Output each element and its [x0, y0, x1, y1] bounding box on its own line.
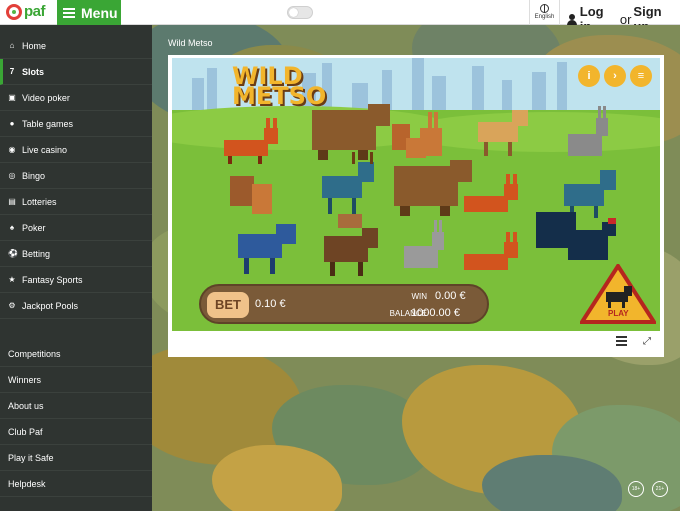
fullscreen-icon: ⤢ — [643, 336, 651, 347]
menu-button-label: Menu — [81, 4, 118, 21]
play-button[interactable]: PLAY — [578, 262, 658, 326]
hamburger-icon — [63, 7, 75, 18]
paf-logo-icon — [6, 3, 22, 20]
sidebar-item-fantasy-sports[interactable]: ★ Fantasy Sports — [0, 267, 152, 293]
game-title: Wild Metso — [168, 38, 213, 48]
sidebar-item-label: Slots — [22, 66, 45, 77]
sidebar-item-label: Fantasy Sports — [22, 274, 83, 285]
bet-button[interactable]: BET — [207, 292, 249, 318]
list-icon-bar — [616, 340, 627, 342]
sidebar-item-about-us[interactable]: About us — [0, 393, 152, 419]
slots-icon: 7 — [9, 66, 15, 76]
bet-value: 0.10 € — [255, 298, 286, 310]
sidebar-item-competitions[interactable]: Competitions — [0, 341, 152, 367]
globe-icon — [540, 4, 549, 13]
fullscreen-button[interactable]: ⤢ — [643, 336, 657, 348]
sidebar-item-home[interactable]: ⌂ Home — [0, 33, 152, 59]
sidebar-item-betting[interactable]: ⚽ Betting — [0, 241, 152, 267]
language-selector[interactable]: English — [529, 0, 560, 25]
bet-panel: BET 0.10 € WIN 0.00 € BALANCE 1000.00 € — [199, 284, 489, 324]
table-games-icon: ● — [9, 118, 15, 128]
poker-icon: ♠ — [9, 222, 15, 232]
home-icon: ⌂ — [9, 40, 15, 50]
game-canvas[interactable]: WILD METSO i › ≡ BET 0.10 € WIN 0.00 € B… — [172, 58, 660, 331]
language-label: English — [534, 14, 555, 20]
sidebar-item-label: Lotteries — [22, 196, 57, 207]
paf-logo-text: paf — [24, 3, 46, 20]
sidebar-item-label: Video poker — [22, 92, 70, 103]
game-list-button[interactable] — [616, 336, 630, 348]
sidebar-item-label: Bingo — [22, 170, 46, 181]
fantasy-sports-icon: ★ — [8, 274, 16, 284]
sidebar-item-label: Betting — [22, 248, 51, 259]
toggle-knob — [289, 8, 298, 17]
game-logo: WILD METSO — [232, 64, 327, 110]
sidebar-item-label: Live casino — [22, 144, 68, 155]
sound-icon: › — [613, 70, 617, 82]
age-badge-21: 21+ — [652, 481, 668, 497]
age-badge-18: 18+ — [628, 481, 644, 497]
sidebar-item-club-paf[interactable]: Club Paf — [0, 419, 152, 445]
paf-logo[interactable]: paf — [6, 3, 46, 20]
balance-value: 1000.00 € — [411, 307, 460, 319]
game-logo-line2: METSO — [232, 82, 327, 110]
mode-toggle[interactable] — [287, 6, 313, 19]
play-label: PLAY — [608, 309, 629, 318]
user-icon — [567, 13, 577, 25]
live-casino-icon: ◉ — [8, 144, 16, 154]
sidebar-item-label: Home — [22, 40, 47, 51]
sidebar-item-label: Poker — [22, 222, 46, 233]
win-value: 0.00 € — [435, 290, 466, 302]
win-label: WIN — [411, 292, 427, 301]
sidebar-item-table-games[interactable]: ● Table games — [0, 111, 152, 137]
sidebar-item-lotteries[interactable]: ▤ Lotteries — [0, 189, 152, 215]
sidebar-item-play-it-safe[interactable]: Play it Safe — [0, 445, 152, 471]
sidebar-item-slots[interactable]: 7 Slots — [0, 59, 152, 85]
list-icon-bar — [616, 336, 627, 338]
bingo-icon: ◎ — [8, 170, 16, 180]
game-menu-button[interactable]: ≡ — [630, 65, 652, 87]
game-menu-icon: ≡ — [637, 70, 645, 82]
betting-icon: ⚽ — [8, 248, 18, 258]
sidebar: ⌂ Home 7 Slots ▣ Video poker ● Table gam… — [0, 25, 152, 511]
lotteries-icon: ▤ — [8, 196, 16, 206]
sidebar-item-bingo[interactable]: ◎ Bingo — [0, 163, 152, 189]
sidebar-item-jackpot-pools[interactable]: ⚙ Jackpot Pools — [0, 293, 152, 319]
sidebar-item-live-casino[interactable]: ◉ Live casino — [0, 137, 152, 163]
sidebar-item-video-poker[interactable]: ▣ Video poker — [0, 85, 152, 111]
sidebar-item-label: Jackpot Pools — [22, 300, 79, 311]
info-button[interactable]: i — [578, 65, 600, 87]
video-poker-icon: ▣ — [8, 92, 16, 102]
sidebar-item-winners[interactable]: Winners — [0, 367, 152, 393]
sidebar-item-poker[interactable]: ♠ Poker — [0, 215, 152, 241]
jackpot-pools-icon: ⚙ — [8, 300, 16, 310]
list-icon-bar — [616, 344, 627, 346]
sidebar-item-label: Table games — [22, 118, 74, 129]
info-icon: i — [587, 70, 591, 82]
sound-button[interactable]: › — [604, 65, 626, 87]
top-bar: paf Menu English Log in or Sign up — [0, 0, 680, 34]
menu-button[interactable]: Menu — [57, 0, 121, 25]
sidebar-item-helpdesk[interactable]: Helpdesk — [0, 471, 152, 497]
